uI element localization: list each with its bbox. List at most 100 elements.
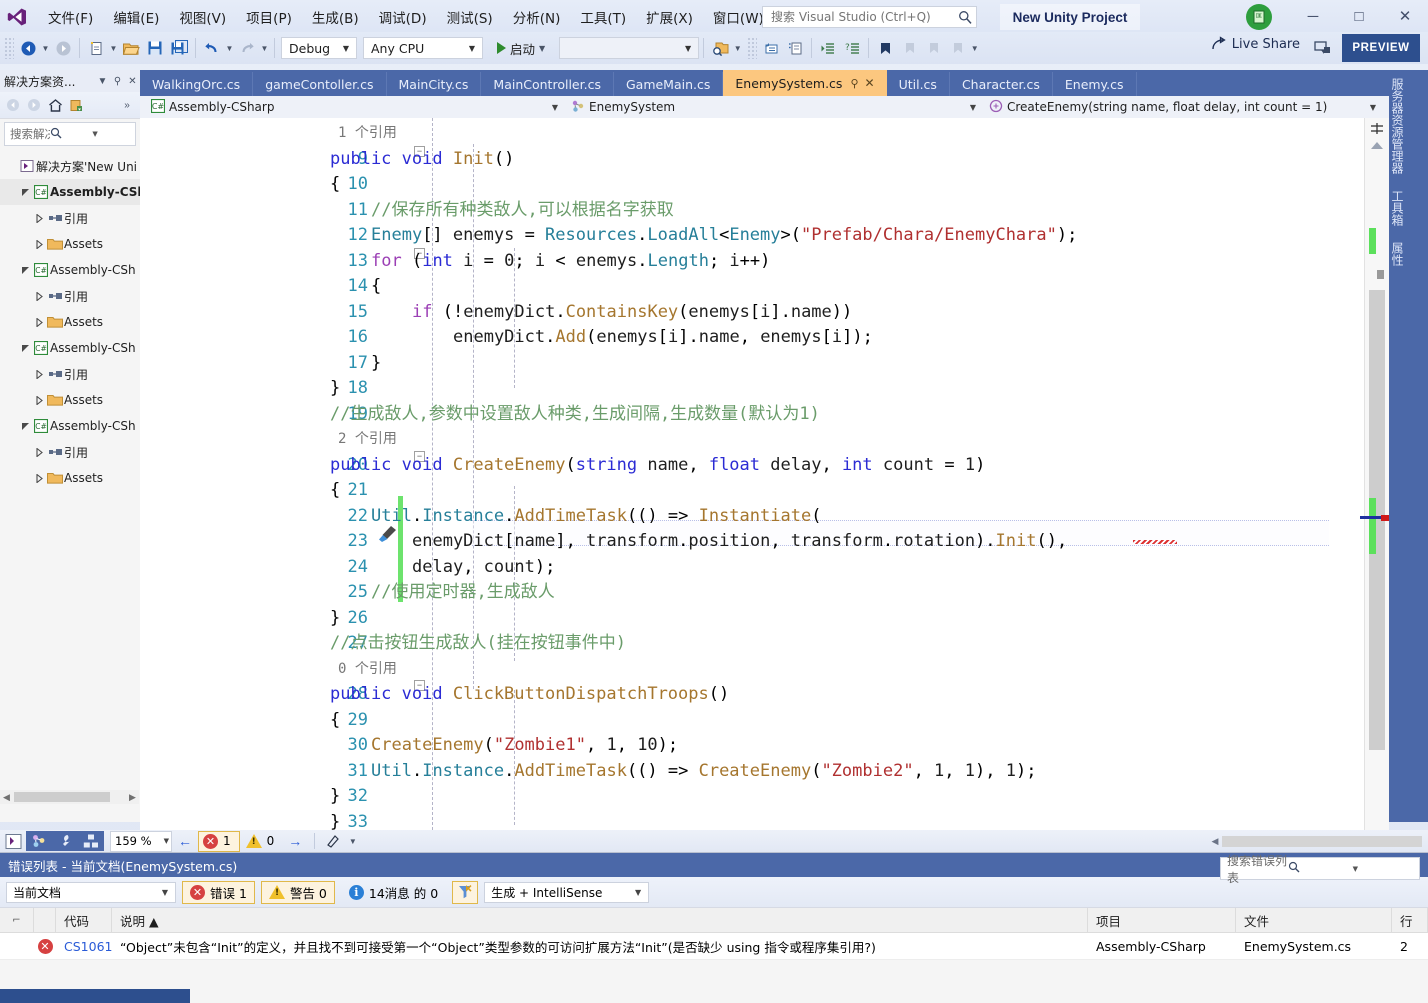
- scroll-left-icon[interactable]: ◀: [0, 791, 13, 803]
- document-tab-3[interactable]: MainController.cs: [481, 72, 614, 96]
- scroll-up-icon[interactable]: [1371, 142, 1383, 149]
- tree-node-7[interactable]: C#Assembly-CSh: [0, 335, 140, 361]
- editor-zoom-combo[interactable]: 159 % ▼: [110, 831, 172, 852]
- errors-filter-toggle[interactable]: ✕ 错误 1: [182, 881, 255, 904]
- account-avatar[interactable]: 匡: [1246, 4, 1272, 30]
- code-line[interactable]: public void ClickButtonDispatchTroops(): [330, 682, 729, 708]
- solution-explorer-hscrollbar[interactable]: ◀ ▶: [0, 790, 139, 804]
- editor-error-count-badge[interactable]: ✕ 1: [198, 831, 240, 852]
- format-dropdown-icon[interactable]: ▼: [347, 829, 358, 853]
- quick-help-icon[interactable]: ?: [840, 36, 864, 60]
- code-line[interactable]: }: [371, 351, 381, 377]
- menu-build[interactable]: 生成(B): [302, 3, 369, 31]
- hscroll-thumb[interactable]: [14, 792, 110, 802]
- search-dropdown-icon-2[interactable]: ▼: [1350, 865, 1417, 873]
- tab-close-icon[interactable]: ✕: [865, 76, 875, 90]
- menu-view[interactable]: 视图(V): [169, 3, 236, 31]
- editor-warning-count-badge[interactable]: 0: [240, 834, 283, 848]
- debug-target-combo[interactable]: ▼: [559, 37, 699, 59]
- code-line[interactable]: Util.Instance.AddTimeTask(() => Instanti…: [371, 504, 821, 530]
- document-tab-1[interactable]: gameContoller.cs: [253, 72, 386, 96]
- warnings-filter-toggle[interactable]: 警告 0: [261, 881, 335, 904]
- code-line[interactable]: delay, count);: [412, 555, 555, 581]
- menu-debug[interactable]: 调试(D): [369, 3, 437, 31]
- minimize-button[interactable]: ─: [1290, 0, 1336, 32]
- next-issue-arrow-icon[interactable]: →: [282, 833, 308, 849]
- toolbar-overflow-icon[interactable]: ▼: [732, 36, 743, 60]
- start-debug-button[interactable]: 启动 ▼: [491, 36, 551, 60]
- class-view-tab-icon[interactable]: [26, 831, 52, 851]
- col-description[interactable]: 说明 ▲: [112, 908, 1088, 932]
- error-code[interactable]: CS1061: [56, 933, 112, 959]
- build-source-combo[interactable]: 生成 + IntelliSense ▼: [484, 882, 649, 903]
- code-line[interactable]: if (!enemyDict.ContainsKey(enemys[i].nam…: [412, 300, 852, 326]
- col-select-all[interactable]: ⌐: [0, 908, 34, 932]
- previous-issue-arrow-icon[interactable]: ←: [172, 833, 198, 849]
- code-line[interactable]: {: [330, 708, 340, 734]
- navbar-project-dropdown[interactable]: C# Assembly-CSharp ▼: [146, 97, 566, 117]
- format-document-icon[interactable]: [321, 831, 347, 851]
- code-line[interactable]: for (int i = 0; i < enemys.Length; i++): [371, 249, 770, 275]
- tree-node-4[interactable]: C#Assembly-CSh: [0, 257, 140, 283]
- code-line[interactable]: //点击按钮生成敌人(挂在按钮事件中): [330, 631, 626, 657]
- dock-tab-toolbox[interactable]: 工具箱: [1389, 182, 1406, 234]
- toolbar-overflow-icon-2[interactable]: ▼: [969, 36, 980, 60]
- tree-node-6[interactable]: Assets: [0, 309, 140, 335]
- menu-tools[interactable]: 工具(T): [570, 3, 636, 31]
- toolbar-grip-2[interactable]: [747, 37, 757, 59]
- document-tab-0[interactable]: WalkingOrc.cs: [140, 72, 253, 96]
- code-line[interactable]: //保存所有种类敌人,可以根据名字获取: [371, 198, 674, 224]
- twisty-collapsed-icon[interactable]: [32, 292, 46, 301]
- send-feedback-icon[interactable]: [1314, 39, 1332, 57]
- find-in-files-icon[interactable]: [708, 36, 732, 60]
- code-line[interactable]: }: [330, 784, 340, 810]
- solution-configuration-combo[interactable]: Debug ▼: [281, 37, 357, 59]
- code-line[interactable]: public void Init(): [330, 147, 514, 173]
- comment-selection-icon[interactable]: [759, 36, 783, 60]
- code-line[interactable]: }: [330, 606, 340, 632]
- document-tab-2[interactable]: MainCity.cs: [387, 72, 482, 96]
- tree-node-8[interactable]: 引用: [0, 361, 140, 387]
- twisty-collapsed-icon[interactable]: [32, 396, 46, 405]
- increase-indent-icon[interactable]: [816, 36, 840, 60]
- toggle-bookmark-icon[interactable]: [873, 36, 897, 60]
- status-scroll-track[interactable]: [1222, 836, 1422, 847]
- new-project-dropdown-icon[interactable]: ▼: [108, 36, 119, 60]
- tree-node-9[interactable]: Assets: [0, 387, 140, 413]
- dock-tab-properties[interactable]: 属性: [1389, 234, 1406, 274]
- menu-extensions[interactable]: 扩展(X): [636, 3, 703, 31]
- document-tab-5[interactable]: EnemySystem.cs⚲✕: [723, 70, 886, 96]
- navbar-member-dropdown[interactable]: CreateEnemy(string name, float delay, in…: [984, 97, 1384, 117]
- tree-node-0[interactable]: 解决方案'New Uni: [0, 153, 140, 179]
- maximize-button[interactable]: □: [1336, 0, 1382, 32]
- twisty-collapsed-icon[interactable]: [32, 448, 46, 457]
- messages-filter-toggle[interactable]: i 14消息 的 0: [341, 881, 446, 904]
- twisty-collapsed-icon[interactable]: [32, 214, 46, 223]
- solution-explorer-overflow-icon[interactable]: »: [117, 95, 137, 115]
- menu-edit[interactable]: 编辑(E): [103, 3, 169, 31]
- error-scope-combo[interactable]: 当前文档 ▼: [6, 882, 176, 903]
- code-line[interactable]: {: [330, 172, 340, 198]
- save-icon[interactable]: [143, 36, 167, 60]
- new-project-icon[interactable]: [84, 36, 108, 60]
- solution-platform-combo[interactable]: Any CPU ▼: [363, 37, 483, 59]
- code-line[interactable]: CreateEnemy("Zombie1", 1, 10);: [371, 733, 678, 759]
- navbar-type-dropdown[interactable]: EnemySystem ▼: [566, 97, 984, 117]
- code-line[interactable]: //使用定时器,生成敌人: [371, 580, 555, 606]
- dock-tab-server-explorer[interactable]: 服务器资源管理器: [1389, 70, 1406, 182]
- code-line[interactable]: Enemy[] enemys = Resources.LoadAll<Enemy…: [371, 223, 1077, 249]
- tree-node-2[interactable]: 引用: [0, 205, 140, 231]
- toolbar-grip[interactable]: [4, 37, 14, 59]
- undo-dropdown-icon[interactable]: ▼: [224, 36, 235, 60]
- codelens-reference[interactable]: 0 个引用: [338, 657, 397, 683]
- menu-file[interactable]: 文件(F): [38, 3, 103, 31]
- tree-node-10[interactable]: C#Assembly-CSh: [0, 413, 140, 439]
- filter-settings-icon[interactable]: [452, 881, 478, 904]
- search-dropdown-icon[interactable]: ▼: [89, 130, 132, 138]
- sync-with-active-document-icon[interactable]: [66, 95, 86, 115]
- navigate-back-icon[interactable]: [16, 36, 40, 60]
- document-tab-4[interactable]: GameMain.cs: [614, 72, 723, 96]
- scroll-right-icon[interactable]: ▶: [126, 791, 139, 803]
- split-view-icon[interactable]: [1367, 120, 1387, 138]
- error-list-search-box[interactable]: 搜索错误列表 ▼: [1220, 857, 1420, 880]
